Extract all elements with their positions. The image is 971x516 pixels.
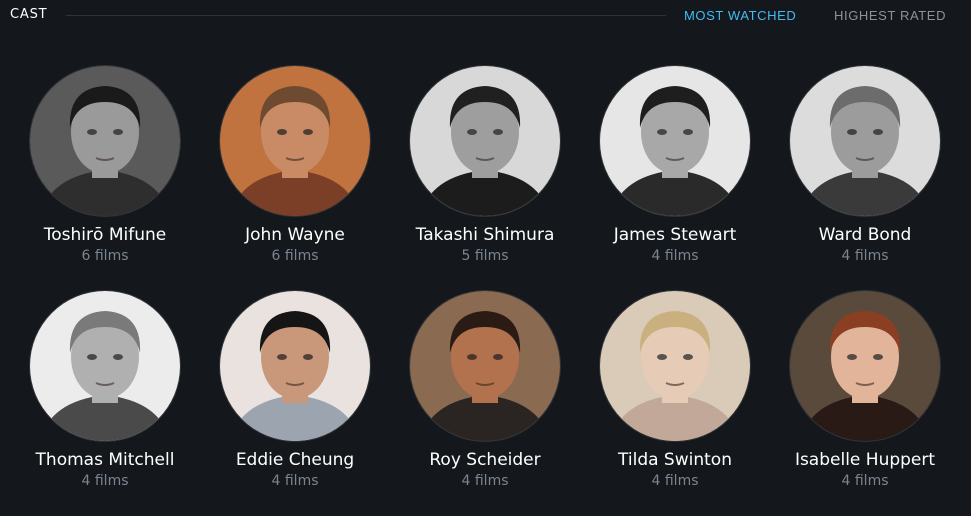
actor-portrait[interactable] — [410, 66, 560, 216]
portrait-image — [790, 66, 940, 216]
cast-card[interactable]: James Stewart 4 films — [580, 66, 770, 291]
cast-card[interactable]: Takashi Shimura 5 films — [390, 66, 580, 291]
cast-card[interactable]: Eddie Cheung 4 films — [200, 291, 390, 516]
actor-name[interactable]: Toshirō Mifune — [44, 225, 166, 245]
portrait-image — [30, 66, 180, 216]
actor-portrait[interactable] — [790, 66, 940, 216]
cast-card[interactable]: Thomas Mitchell 4 films — [10, 291, 200, 516]
portrait-image — [410, 291, 560, 441]
actor-name[interactable]: Tilda Swinton — [618, 450, 732, 470]
actor-name[interactable]: Isabelle Huppert — [795, 450, 935, 470]
cast-card[interactable]: Roy Scheider 4 films — [390, 291, 580, 516]
cast-section-header: CAST MOST WATCHED HIGHEST RATED — [0, 0, 971, 32]
actor-name[interactable]: Thomas Mitchell — [36, 450, 175, 470]
actor-name[interactable]: Eddie Cheung — [236, 450, 354, 470]
tab-highest-rated[interactable]: HIGHEST RATED — [834, 8, 946, 23]
film-count: 6 films — [271, 248, 319, 264]
section-title: CAST — [10, 7, 48, 22]
actor-name[interactable]: Roy Scheider — [429, 450, 540, 470]
film-count: 4 films — [81, 473, 129, 489]
cast-card[interactable]: John Wayne 6 films — [200, 66, 390, 291]
cast-grid: Toshirō Mifune 6 films John Wayne 6 films … — [10, 66, 960, 516]
actor-portrait[interactable] — [30, 66, 180, 216]
tab-most-watched[interactable]: MOST WATCHED — [684, 8, 796, 23]
actor-portrait[interactable] — [30, 291, 180, 441]
actor-portrait[interactable] — [410, 291, 560, 441]
cast-card[interactable]: Toshirō Mifune 6 films — [10, 66, 200, 291]
film-count: 4 films — [651, 248, 699, 264]
film-count: 4 films — [461, 473, 509, 489]
portrait-image — [220, 291, 370, 441]
actor-portrait[interactable] — [220, 66, 370, 216]
cast-card[interactable]: Tilda Swinton 4 films — [580, 291, 770, 516]
actor-name[interactable]: James Stewart — [614, 225, 737, 245]
actor-name[interactable]: Takashi Shimura — [416, 225, 555, 245]
actor-name[interactable]: Ward Bond — [819, 225, 912, 245]
portrait-image — [30, 291, 180, 441]
portrait-image — [600, 66, 750, 216]
actor-portrait[interactable] — [220, 291, 370, 441]
portrait-image — [600, 291, 750, 441]
cast-card[interactable]: Isabelle Huppert 4 films — [770, 291, 960, 516]
cast-card[interactable]: Ward Bond 4 films — [770, 66, 960, 291]
header-divider — [66, 15, 666, 16]
film-count: 4 films — [271, 473, 319, 489]
film-count: 4 films — [651, 473, 699, 489]
portrait-image — [220, 66, 370, 216]
actor-portrait[interactable] — [600, 291, 750, 441]
film-count: 4 films — [841, 473, 889, 489]
film-count: 5 films — [461, 248, 509, 264]
film-count: 4 films — [841, 248, 889, 264]
actor-portrait[interactable] — [790, 291, 940, 441]
actor-name[interactable]: John Wayne — [245, 225, 345, 245]
portrait-image — [410, 66, 560, 216]
film-count: 6 films — [81, 248, 129, 264]
portrait-image — [790, 291, 940, 441]
actor-portrait[interactable] — [600, 66, 750, 216]
